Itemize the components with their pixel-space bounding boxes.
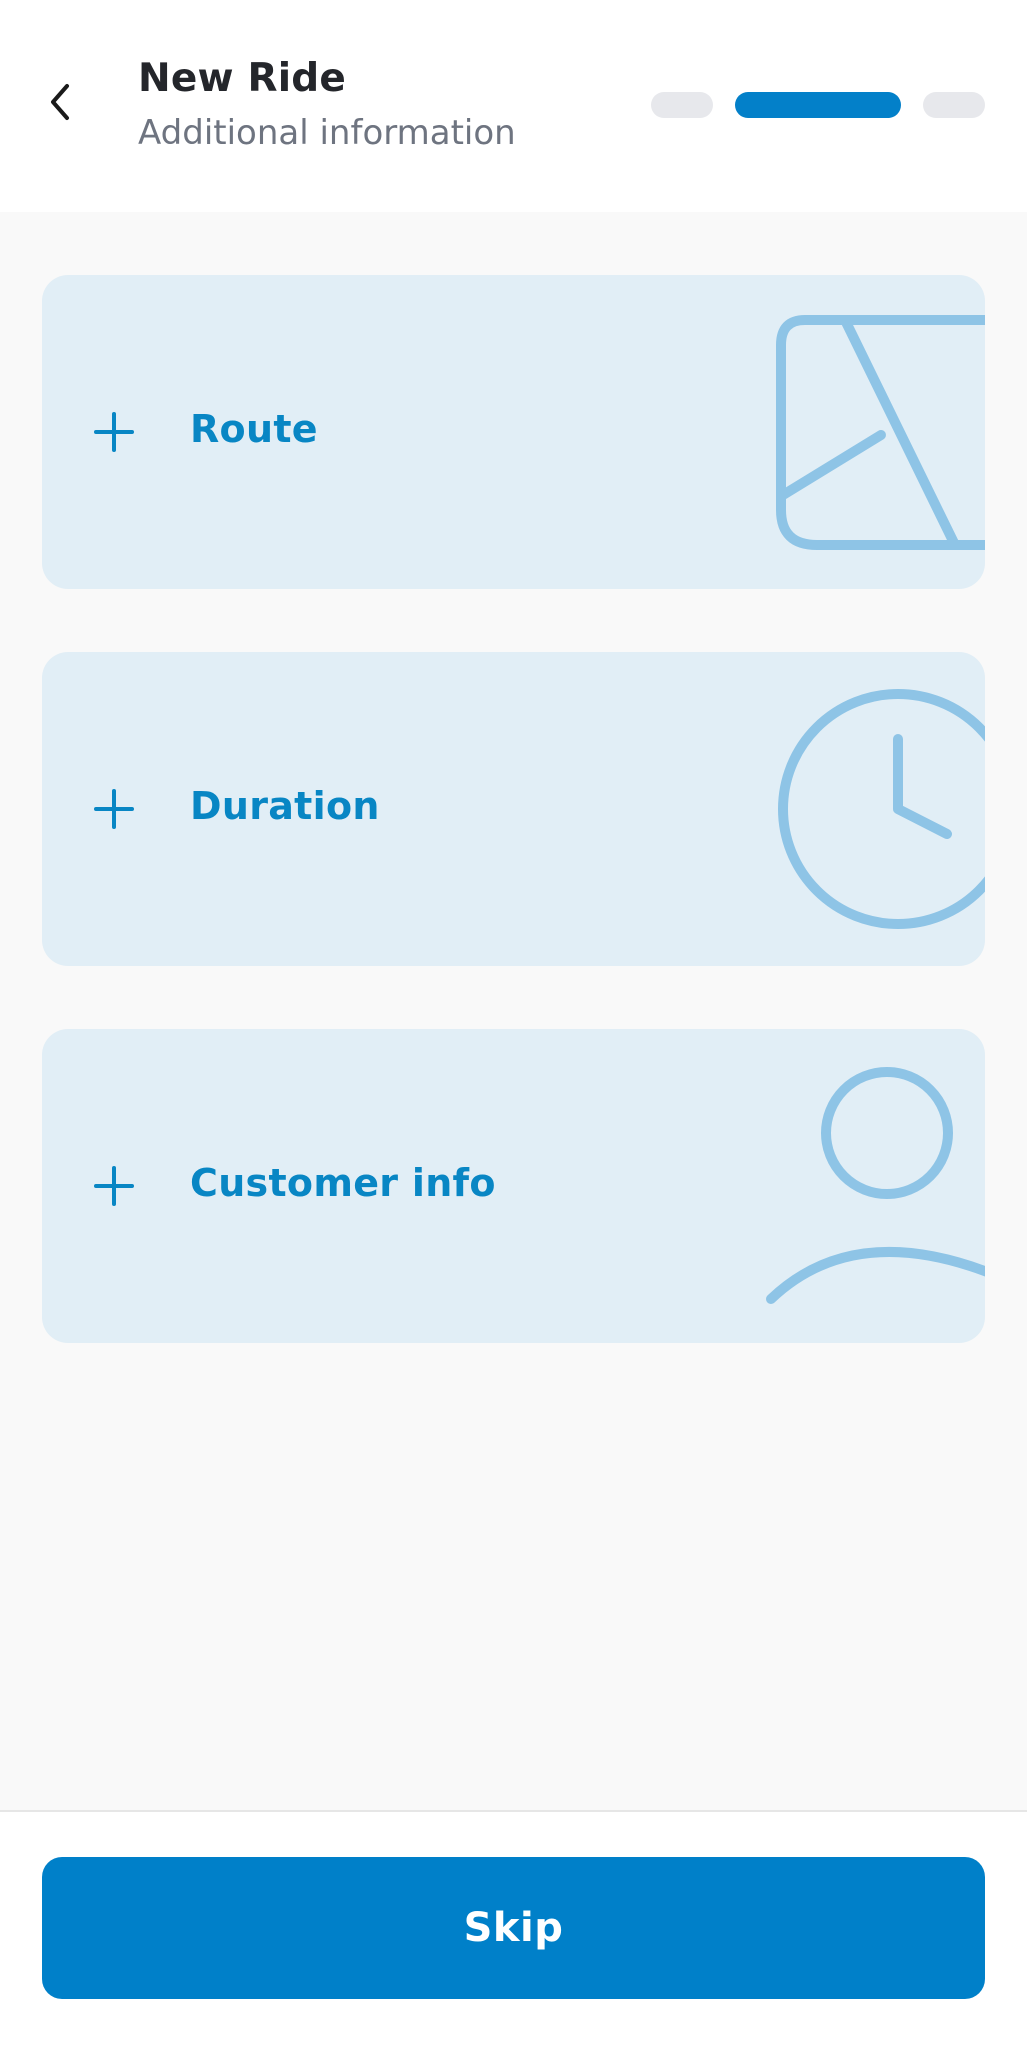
map-icon xyxy=(776,315,985,550)
customer-info-label: Customer info xyxy=(190,1161,496,1205)
step-indicator xyxy=(0,92,1027,118)
page-subtitle: Additional information xyxy=(138,113,516,153)
header: New Ride Additional information xyxy=(0,0,1027,212)
footer: Skip xyxy=(0,1810,1027,2048)
step-3 xyxy=(923,92,985,118)
step-2-active xyxy=(735,92,901,118)
skip-button[interactable]: Skip xyxy=(42,1857,985,1999)
route-option-card[interactable]: Route xyxy=(42,275,985,589)
customer-info-option-card[interactable]: Customer info xyxy=(42,1029,985,1343)
duration-label: Duration xyxy=(190,784,380,828)
duration-option-card[interactable]: Duration xyxy=(42,652,985,966)
clock-icon xyxy=(778,689,985,929)
user-icon xyxy=(766,1067,985,1304)
plus-icon xyxy=(94,789,134,829)
plus-icon xyxy=(94,1166,134,1206)
step-1 xyxy=(651,92,713,118)
route-label: Route xyxy=(190,407,318,451)
plus-icon xyxy=(94,412,134,452)
